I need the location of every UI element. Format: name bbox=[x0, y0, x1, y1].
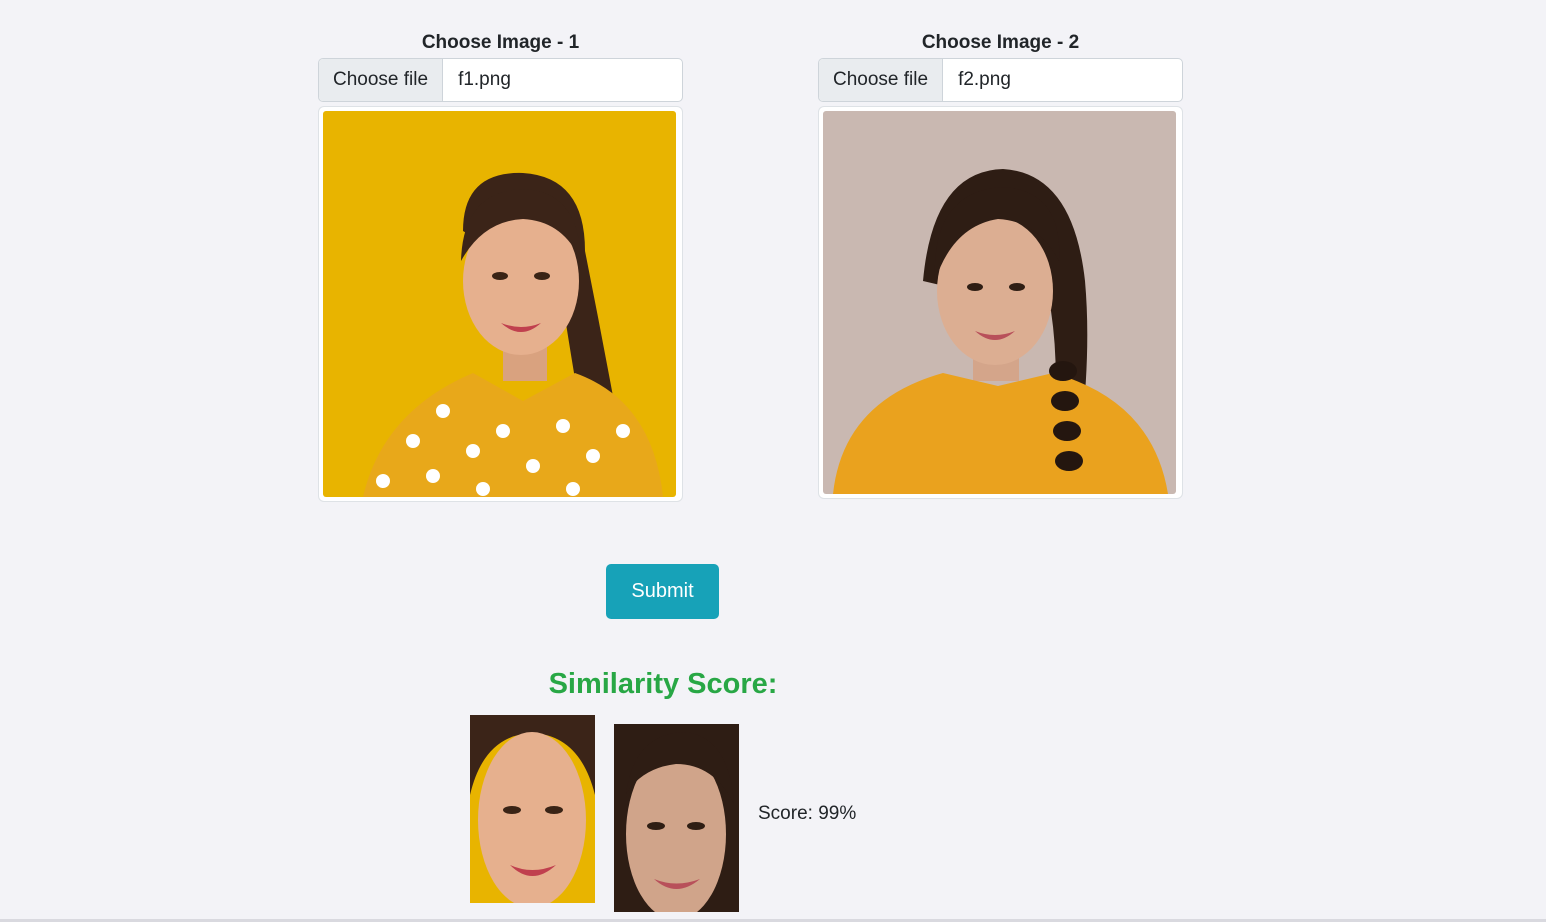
choose-file-button-2[interactable]: Choose file bbox=[819, 59, 944, 101]
portrait-photo-2 bbox=[823, 111, 1176, 494]
image-preview-1 bbox=[318, 106, 683, 502]
choose-file-button-1[interactable]: Choose file bbox=[319, 59, 444, 101]
upload-column-2: Choose Image - 2 Choose file f2.png bbox=[818, 28, 1183, 499]
upload-label-1: Choose Image - 1 bbox=[421, 32, 580, 53]
file-input-2[interactable]: Choose file f2.png bbox=[818, 58, 1183, 102]
face-crop-1 bbox=[470, 715, 595, 903]
file-input-1[interactable]: Choose file f1.png bbox=[318, 58, 683, 102]
file-name-2: f2.png bbox=[958, 69, 1011, 90]
face-compare-page: Choose Image - 1 Choose file f1.png Choo… bbox=[0, 0, 1546, 922]
image-preview-2 bbox=[818, 106, 1183, 499]
submit-button[interactable]: Submit bbox=[606, 564, 719, 619]
upload-column-1: Choose Image - 1 Choose file f1.png bbox=[318, 28, 683, 502]
score-value: Score: 99% bbox=[758, 803, 857, 824]
upload-label-2: Choose Image - 2 bbox=[921, 32, 1080, 53]
portrait-photo-1 bbox=[323, 111, 676, 497]
face-crop-2 bbox=[614, 724, 739, 912]
file-name-1: f1.png bbox=[458, 69, 511, 90]
similarity-score-heading: Similarity Score: bbox=[548, 668, 778, 700]
